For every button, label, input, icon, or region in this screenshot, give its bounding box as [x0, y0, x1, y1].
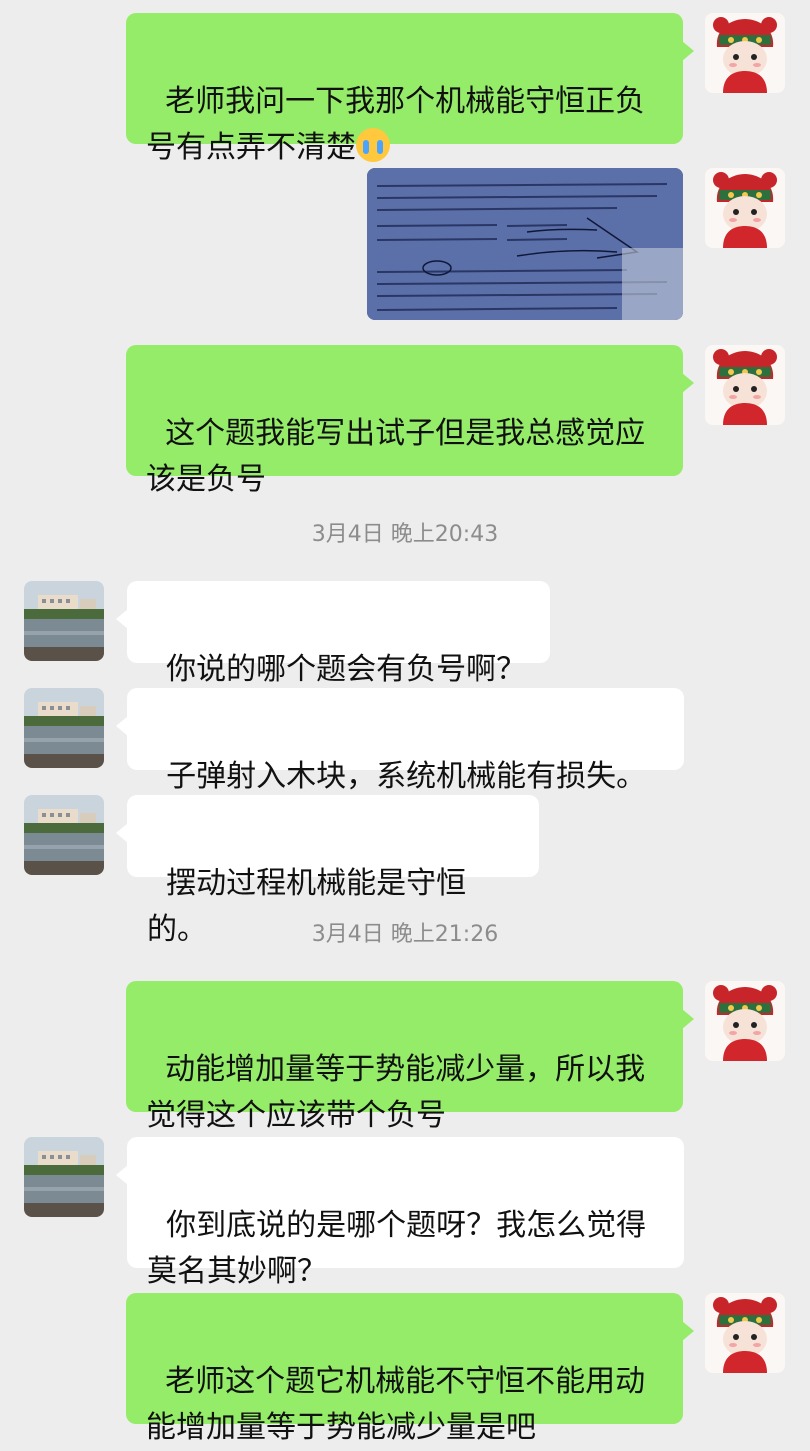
message-text: 动能增加量等于势能减少量，所以我觉得这个应该带个负号: [146, 1052, 646, 1133]
message-bubble-incoming[interactable]: 你到底说的是哪个题呀？我怎么觉得莫名其妙啊？: [116, 1137, 684, 1289]
teacher-avatar[interactable]: [24, 688, 104, 768]
timestamp: 3月4日 晚上21:26: [311, 922, 499, 947]
cartoon-girl-avatar-icon: [705, 168, 785, 248]
cartoon-girl-avatar-icon: [705, 1293, 785, 1373]
message-bubble-outgoing[interactable]: 这个题我能写出试子但是我总感觉应该是负号: [126, 345, 694, 497]
cartoon-girl-avatar-icon: [705, 345, 785, 425]
message-text: 你到底说的是哪个题呀？我怎么觉得莫名其妙啊？: [147, 1208, 647, 1289]
message-bubble-outgoing[interactable]: 老师我问一下我那个机械能守恒正负号有点弄不清楚: [126, 13, 694, 165]
lake-building-avatar-icon: [24, 688, 104, 768]
message-bubble-outgoing[interactable]: 动能增加量等于势能减少量，所以我觉得这个应该带个负号: [126, 981, 694, 1133]
lake-building-avatar-icon: [24, 1137, 104, 1217]
message-text: 你说的哪个题会有负号啊？: [166, 652, 527, 687]
teacher-avatar[interactable]: [24, 1137, 104, 1217]
message-text: 老师我问一下我那个机械能守恒正负号有点弄不清楚: [146, 84, 646, 165]
message-text: 子弹射入木块，系统机械能有损失。: [166, 759, 647, 794]
photo-message[interactable]: [367, 168, 683, 320]
crying-emoji-icon: [356, 128, 390, 162]
teacher-avatar[interactable]: [24, 795, 104, 875]
worksheet-photo-icon: [367, 168, 683, 320]
timestamp: 3月4日 晚上20:43: [311, 522, 499, 547]
my-avatar[interactable]: [705, 13, 785, 93]
cartoon-girl-avatar-icon: [705, 13, 785, 93]
lake-building-avatar-icon: [24, 581, 104, 661]
message-bubble-incoming[interactable]: 子弹射入木块，系统机械能有损失。: [116, 688, 684, 794]
message-bubble-incoming[interactable]: 摆动过程机械能是守恒的。: [116, 795, 539, 947]
lake-building-avatar-icon: [24, 795, 104, 875]
my-avatar[interactable]: [705, 168, 785, 248]
message-text: 这个题我能写出试子但是我总感觉应该是负号: [146, 416, 646, 497]
message-text: 老师这个题它机械能不守恒不能用动能增加量等于势能减少量是吧: [146, 1364, 646, 1445]
my-avatar[interactable]: [705, 1293, 785, 1373]
message-bubble-outgoing[interactable]: 老师这个题它机械能不守恒不能用动能增加量等于势能减少量是吧: [126, 1293, 694, 1445]
my-avatar[interactable]: [705, 981, 785, 1061]
my-avatar[interactable]: [705, 345, 785, 425]
teacher-avatar[interactable]: [24, 581, 104, 661]
cartoon-girl-avatar-icon: [705, 981, 785, 1061]
message-bubble-incoming[interactable]: 你说的哪个题会有负号啊？: [116, 581, 550, 687]
